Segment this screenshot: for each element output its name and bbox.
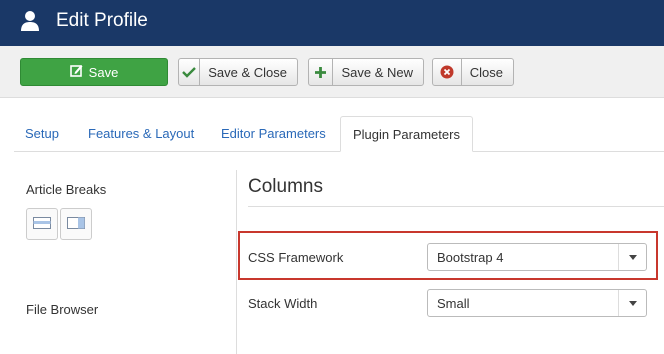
article-break-vertical-button[interactable]: [60, 208, 92, 240]
page-header: Edit Profile: [0, 0, 664, 46]
section-divider: [248, 206, 664, 207]
save-new-button[interactable]: Save & New: [308, 58, 424, 86]
toolbar: Save Save & Close Save & New Close: [0, 46, 664, 98]
stack-width-select[interactable]: Small: [427, 289, 647, 317]
save-label: Save: [88, 64, 119, 80]
page-title: Edit Profile: [56, 10, 148, 31]
article-breaks-label: Article Breaks: [26, 182, 107, 197]
plus-icon: [309, 59, 334, 85]
vertical-break-icon: [67, 216, 85, 232]
css-framework-value: Bootstrap 4: [437, 250, 504, 265]
save-close-button[interactable]: Save & Close: [178, 58, 298, 86]
css-framework-label: CSS Framework: [248, 250, 344, 265]
stack-width-value: Small: [437, 296, 470, 311]
close-circle-icon: [433, 59, 462, 85]
close-button[interactable]: Close: [432, 58, 514, 86]
edit-icon: [69, 64, 83, 80]
horizontal-break-icon: [33, 216, 51, 232]
check-icon: [179, 59, 201, 85]
tab-setup[interactable]: Setup: [25, 116, 59, 152]
css-framework-select[interactable]: Bootstrap 4: [427, 243, 647, 271]
save-button[interactable]: Save: [20, 58, 168, 86]
tab-editor-parameters[interactable]: Editor Parameters: [221, 116, 326, 152]
article-break-horizontal-button[interactable]: [26, 208, 58, 240]
save-new-label: Save & New: [341, 64, 413, 80]
columns-title: Columns: [248, 176, 323, 197]
chevron-down-icon: [618, 244, 646, 270]
close-label: Close: [469, 64, 503, 80]
tab-plugin-parameters[interactable]: Plugin Parameters: [340, 116, 473, 152]
user-icon: [20, 10, 40, 32]
stack-width-label: Stack Width: [248, 296, 318, 311]
file-browser-label: File Browser: [26, 302, 99, 317]
tab-bar: Setup Features & Layout Editor Parameter…: [14, 116, 664, 152]
save-close-label: Save & Close: [208, 64, 287, 80]
column-divider: [236, 170, 237, 354]
tab-features-layout[interactable]: Features & Layout: [88, 116, 194, 152]
chevron-down-icon: [618, 290, 646, 316]
